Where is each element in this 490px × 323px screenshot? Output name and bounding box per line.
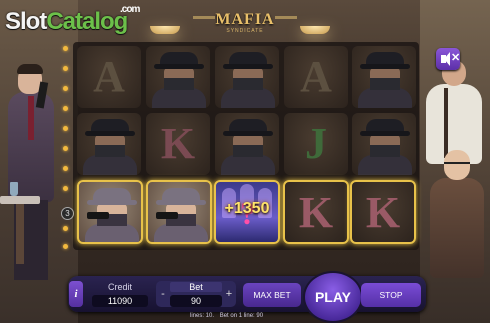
payline-dot bbox=[63, 126, 68, 131]
gangster-character-left bbox=[4, 64, 62, 281]
game-title: MAFIA bbox=[215, 11, 275, 28]
reel-symbol-k: K bbox=[146, 113, 210, 175]
mute-sound-button[interactable]: ✕ bbox=[436, 48, 460, 70]
lines-count-text: lines: 10. bbox=[190, 313, 215, 319]
bet-decrease-button[interactable]: - bbox=[158, 287, 168, 301]
bet-value: 90 bbox=[170, 295, 222, 307]
payline-dot bbox=[63, 186, 68, 191]
gangster-tie bbox=[28, 96, 34, 140]
payline-dot bbox=[63, 166, 68, 171]
reel-symbol-bonus-winning: ? +1350 bbox=[214, 180, 280, 244]
stop-button[interactable]: STOP bbox=[361, 283, 421, 307]
gangster-hair bbox=[17, 64, 43, 74]
payline-dot bbox=[63, 244, 68, 249]
side-table-leg bbox=[16, 204, 24, 264]
reel-symbol-gangster-with-hat bbox=[77, 113, 141, 175]
game-subtitle: SYNDICATE bbox=[226, 28, 264, 34]
credit-value: 11090 bbox=[92, 295, 148, 307]
slotcatalog-logo: SlotCatalog .com bbox=[5, 4, 140, 35]
reel-symbol-a: A bbox=[77, 46, 141, 108]
reel-symbol-k-winning: K bbox=[350, 180, 416, 244]
seated-character-right bbox=[426, 150, 486, 280]
win-amount-label: +1350 bbox=[224, 200, 270, 217]
speaker-cone-icon bbox=[444, 52, 450, 66]
payline-dot bbox=[63, 66, 68, 71]
gun-icon bbox=[87, 212, 109, 219]
bet-info-footer: lines: 10. Bet on 1 line: 90 bbox=[190, 313, 350, 319]
reel-symbol-gangster-with-hat bbox=[215, 113, 279, 175]
credit-label: Credit bbox=[107, 282, 132, 292]
bet-increase-button[interactable]: + bbox=[224, 287, 234, 301]
mute-x-icon: ✕ bbox=[451, 52, 461, 64]
glass-icon bbox=[10, 182, 18, 196]
payline-number-marker: 3 bbox=[61, 207, 74, 220]
logo-wing-right bbox=[275, 16, 297, 19]
reel-symbol-gangster-with-hat bbox=[146, 46, 210, 108]
boss-suspender bbox=[444, 88, 448, 158]
ceiling-lamp bbox=[300, 26, 330, 34]
gun-icon bbox=[156, 212, 178, 219]
payline-dot bbox=[63, 146, 68, 151]
game-logo: MAFIA SYNDICATE bbox=[193, 11, 297, 40]
max-bet-button[interactable]: MAX BET bbox=[243, 283, 301, 307]
reel-symbol-j: J bbox=[284, 113, 348, 175]
reel-symbol-gangster-with-hat bbox=[352, 113, 416, 175]
reel-symbol-gangster-with-gun-winning bbox=[77, 180, 143, 244]
payline-dot bbox=[63, 86, 68, 91]
payline-dot bbox=[63, 46, 68, 51]
reel-symbol-gangster-with-hat bbox=[352, 46, 416, 108]
info-button[interactable]: i bbox=[69, 281, 83, 307]
reel-symbol-gangster-with-hat bbox=[215, 46, 279, 108]
bet-label: Bet bbox=[170, 282, 222, 292]
glasses-icon bbox=[444, 162, 470, 170]
ceiling-lamp bbox=[150, 26, 180, 34]
payline-dot bbox=[63, 106, 68, 111]
seated-character-body bbox=[430, 178, 484, 278]
reel-symbol-gangster-with-gun-winning bbox=[146, 180, 212, 244]
bet-per-line-text: Bet on 1 line: 90 bbox=[219, 313, 264, 319]
payline-dot bbox=[63, 226, 68, 231]
reel-symbol-k-winning: K bbox=[283, 180, 349, 244]
logo-wing-left bbox=[193, 16, 215, 19]
reel-symbol-a: A bbox=[284, 46, 348, 108]
side-table bbox=[0, 196, 40, 204]
